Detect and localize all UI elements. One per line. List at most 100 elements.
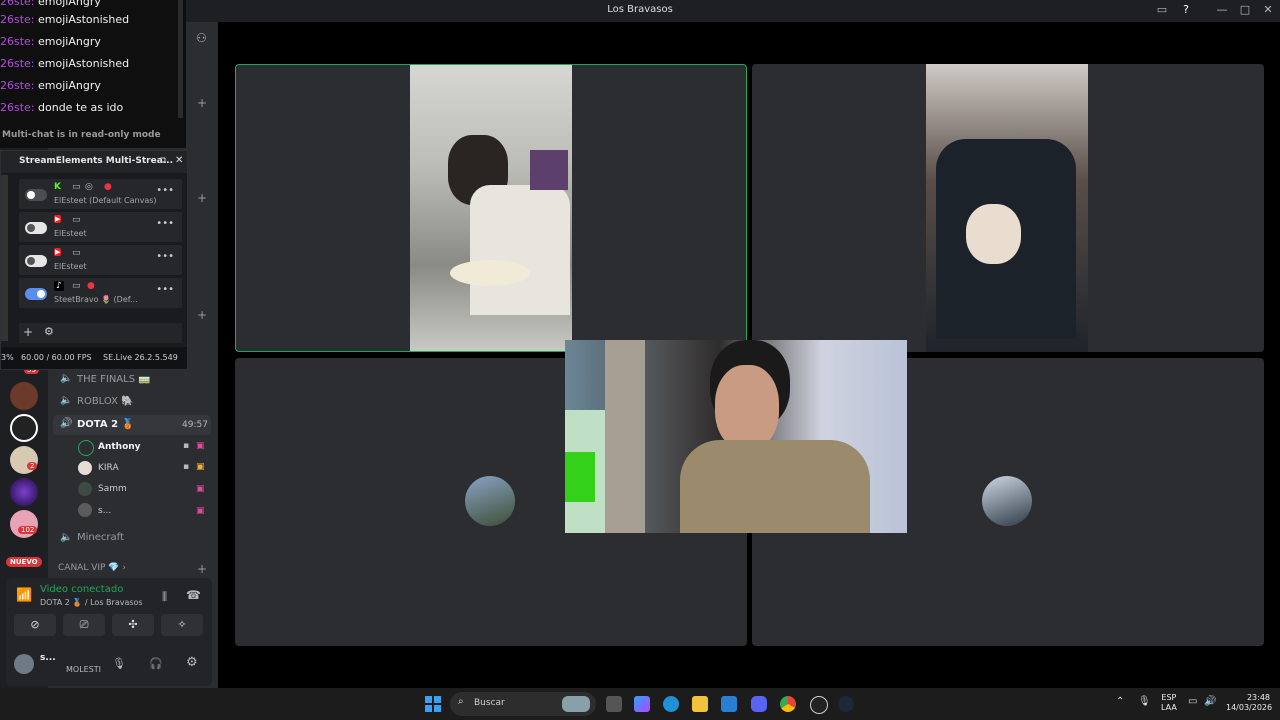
avatar	[78, 503, 92, 517]
destination-toggle[interactable]	[25, 222, 47, 234]
volume-icon[interactable]: 🔊	[1204, 696, 1216, 707]
edge-icon[interactable]	[663, 696, 679, 712]
avatar	[982, 476, 1032, 526]
user-status: MOLESTI	[66, 665, 102, 674]
avatar	[78, 461, 92, 475]
stream-destination-row[interactable]: ▶ ▭ ElEsteet •••	[19, 245, 182, 275]
title-bar: Los Bravasos ▭ ? — □ ✕	[0, 0, 1280, 22]
destination-name: ElEsteet	[54, 229, 87, 238]
speaker-icon: 🔈	[60, 395, 73, 406]
more-icon[interactable]: •••	[156, 218, 174, 229]
camera-off-button[interactable]: ⊘	[14, 614, 56, 636]
language-indicator[interactable]: ESP LAA	[1161, 693, 1177, 713]
channel-the-finals[interactable]: THE FINALS 🚃	[77, 374, 151, 385]
avatar	[465, 476, 515, 526]
share-screen-button[interactable]: ⎚	[63, 614, 105, 636]
scrollbar[interactable]	[178, 0, 183, 118]
dock-header: StreamElements Multi-Strea... ⧉ ✕	[1, 151, 187, 173]
wall-poster	[530, 150, 568, 190]
more-icon[interactable]: •••	[156, 284, 174, 295]
server-icon[interactable]	[10, 382, 38, 410]
chrome-icon[interactable]	[780, 696, 796, 712]
obs-icon[interactable]	[810, 696, 828, 714]
destination-toggle[interactable]	[25, 189, 47, 201]
add-channel-icon[interactable]: +	[197, 308, 207, 322]
chat-line: 26ste: emojiAngry	[0, 0, 101, 8]
destination-name: ElEsteet (Default Canvas)	[54, 196, 157, 205]
add-friend-icon[interactable]: ⚇	[196, 31, 207, 45]
maximize-button[interactable]: □	[1237, 3, 1253, 16]
voice-user[interactable]: Samm	[98, 484, 127, 494]
float-icon[interactable]: ⧉	[160, 156, 166, 166]
cpu-usage: 3%	[1, 353, 14, 362]
call-timer: 49:57	[182, 420, 208, 430]
destination-name: SteetBravo 🌷 (Def...	[54, 295, 138, 304]
add-channel-icon[interactable]: +	[197, 191, 207, 205]
close-icon[interactable]: ✕	[175, 155, 183, 166]
channel-roblox[interactable]: ROBLOX 🐘	[77, 396, 134, 407]
gear-icon[interactable]: ⚙	[44, 325, 54, 338]
channel-dota2[interactable]: DOTA 2 🥉	[77, 419, 134, 430]
microphone-tray-icon[interactable]: 🎙	[1138, 696, 1151, 707]
server-icon[interactable]	[10, 414, 38, 442]
steam-icon[interactable]	[838, 696, 854, 712]
add-channel-icon[interactable]: +	[197, 562, 207, 576]
clock[interactable]: 23:48 14/03/2026	[1226, 693, 1272, 713]
search-icon: ⌕	[458, 696, 464, 707]
stream-destination-row[interactable]: K ▭ ◎ ● ElEsteet (Default Canvas) •••	[19, 179, 182, 209]
fps-readout: 60.00 / 60.00 FPS	[21, 353, 92, 362]
avatar[interactable]	[14, 654, 34, 674]
activities-button[interactable]: ✣	[112, 614, 154, 636]
dock-footer: 3% 60.00 / 60.00 FPS SE.Live 26.2.5.549	[1, 347, 187, 369]
activity-icon: ▣	[196, 506, 205, 516]
store-icon[interactable]	[721, 696, 737, 712]
help-icon[interactable]: ?	[1178, 3, 1194, 16]
add-channel-icon[interactable]: +	[197, 96, 207, 110]
readonly-notice: Multi-chat is in read-only mode	[2, 130, 161, 140]
monitor-glow-green	[565, 452, 595, 502]
more-icon[interactable]: •••	[156, 251, 174, 262]
search-box[interactable]: ⌕ Buscar	[450, 692, 596, 716]
disconnect-icon[interactable]: ☎	[186, 588, 201, 602]
video-feed	[410, 65, 572, 351]
monitor-icon: ▭	[72, 248, 81, 258]
mention-badge: 102	[18, 526, 38, 534]
person-shirt	[680, 440, 870, 533]
voice-user[interactable]: s...	[98, 506, 111, 516]
activity-icon: ▣	[196, 484, 205, 494]
headphones-icon[interactable]: 🎧	[149, 657, 163, 670]
server-icon[interactable]	[10, 478, 38, 506]
network-icon[interactable]: ▭	[1188, 696, 1197, 707]
minimize-button[interactable]: —	[1214, 3, 1230, 16]
destination-toggle[interactable]	[25, 288, 47, 300]
more-icon[interactable]: •••	[156, 185, 174, 196]
discord-icon[interactable]	[751, 696, 767, 712]
plate	[450, 260, 530, 286]
voice-user[interactable]: Anthony	[98, 442, 141, 452]
chevron-up-icon[interactable]: ⌃	[1116, 696, 1124, 707]
inbox-icon[interactable]: ▭	[1154, 3, 1170, 16]
video-tile-speaking[interactable]	[235, 64, 747, 352]
live-icon: ◎	[85, 182, 93, 192]
windows-start-icon[interactable]	[425, 696, 441, 712]
channel-minecraft[interactable]: Minecraft	[77, 532, 124, 543]
version-label: SE.Live 26.2.5.549	[103, 353, 178, 362]
tiktok-icon: ♪	[54, 281, 64, 291]
noise-icon[interactable]: ⫼	[162, 590, 167, 604]
file-explorer-icon[interactable]	[692, 696, 708, 712]
destination-toggle[interactable]	[25, 255, 47, 267]
stream-destination-row[interactable]: ▶ ▭ ElEsteet •••	[19, 212, 182, 242]
settings-gear-icon[interactable]: ⚙	[186, 655, 198, 670]
close-button[interactable]: ✕	[1260, 3, 1276, 16]
voice-user[interactable]: KIRA	[98, 463, 119, 473]
microphone-icon[interactable]: 🎙	[112, 657, 126, 670]
stream-destination-row[interactable]: ♪ ▭ ● SteetBravo 🌷 (Def... •••	[19, 278, 182, 308]
copilot-icon[interactable]	[634, 696, 650, 712]
task-view-icon[interactable]	[606, 696, 622, 712]
soundboard-button[interactable]: ✧	[161, 614, 203, 636]
category-canal-vip[interactable]: CANAL VIP 💎 ›	[58, 563, 126, 573]
voice-channel[interactable]: DOTA 2 🥉 / Los Bravasos	[40, 598, 143, 607]
add-icon[interactable]: +	[23, 325, 33, 339]
speaker-icon: 🔊	[60, 418, 73, 429]
video-tile[interactable]	[752, 64, 1264, 352]
